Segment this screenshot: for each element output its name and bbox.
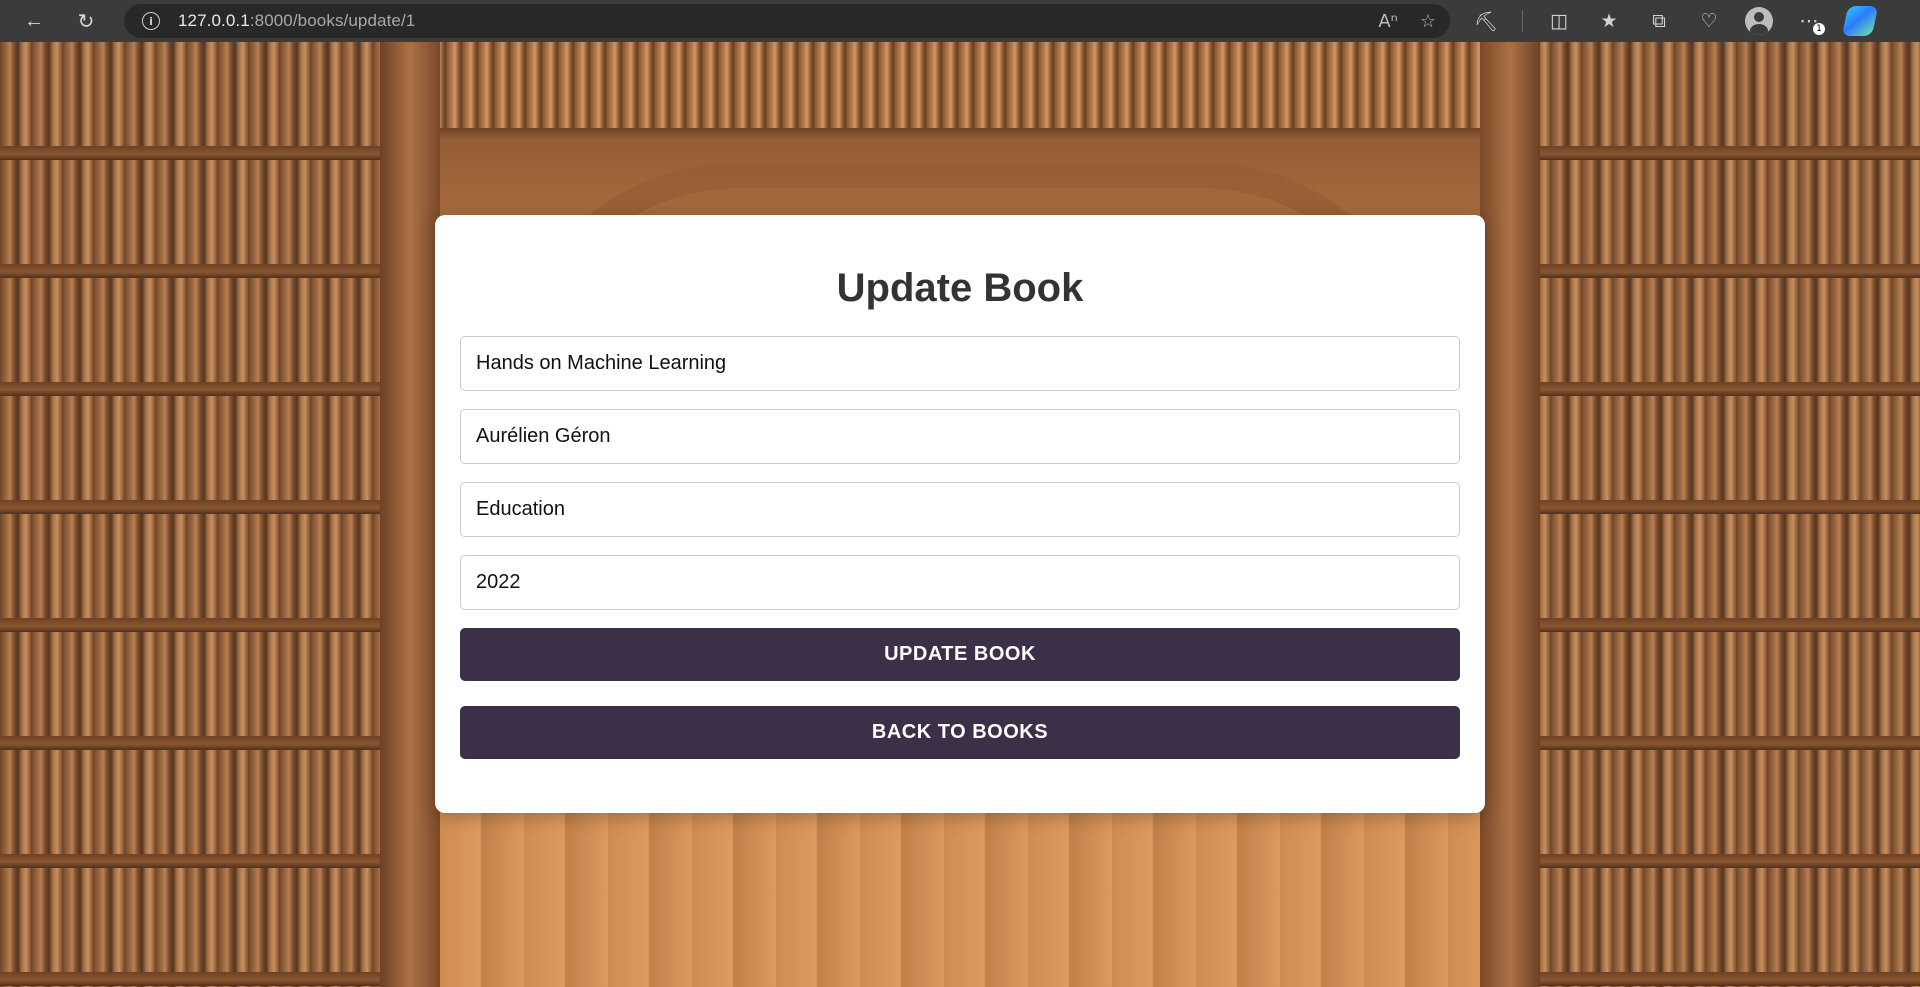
reload-icon[interactable]: ↻ [68, 3, 104, 39]
year-field[interactable] [460, 555, 1460, 610]
genre-field[interactable] [460, 482, 1460, 537]
split-screen-icon[interactable]: ◫ [1545, 7, 1573, 35]
page-title: Update Book [836, 266, 1084, 310]
toolbar-divider [1522, 10, 1523, 32]
author-field[interactable] [460, 409, 1460, 464]
update-book-card: Update Book UPDATE BOOK BACK TO BOOKS [435, 215, 1485, 813]
more-icon[interactable]: ⋯ 1 [1795, 7, 1825, 35]
browser-toolbar: ← ↻ i 127.0.0.1:8000/books/update/1 Aⁿ ☆… [0, 0, 1920, 42]
notification-badge: 1 [1813, 23, 1825, 35]
browser-essentials-icon[interactable]: ♡ [1695, 7, 1723, 35]
copilot-icon[interactable] [1841, 6, 1879, 36]
puzzle-icon[interactable]: ⛏ [1472, 7, 1500, 35]
update-book-button[interactable]: UPDATE BOOK [460, 628, 1460, 681]
address-bar[interactable]: i 127.0.0.1:8000/books/update/1 Aⁿ ☆ [124, 4, 1450, 38]
url-host: 127.0.0.1 [178, 11, 250, 30]
title-field[interactable] [460, 336, 1460, 391]
collections-icon[interactable]: ⧉ [1645, 7, 1673, 35]
update-book-form: UPDATE BOOK BACK TO BOOKS [460, 336, 1460, 759]
url-path: :8000/books/update/1 [249, 11, 416, 30]
read-aloud-icon[interactable]: Aⁿ [1378, 11, 1398, 32]
avatar-icon[interactable] [1745, 7, 1773, 35]
back-to-books-button[interactable]: BACK TO BOOKS [460, 706, 1460, 759]
arrow-left-icon[interactable]: ← [16, 3, 52, 39]
favorites-icon[interactable]: ★ [1595, 7, 1623, 35]
url-text[interactable]: 127.0.0.1:8000/books/update/1 [178, 11, 415, 31]
page-background: Update Book UPDATE BOOK BACK TO BOOKS [0, 42, 1920, 987]
info-icon[interactable]: i [142, 12, 160, 30]
star-icon[interactable]: ☆ [1420, 11, 1436, 32]
